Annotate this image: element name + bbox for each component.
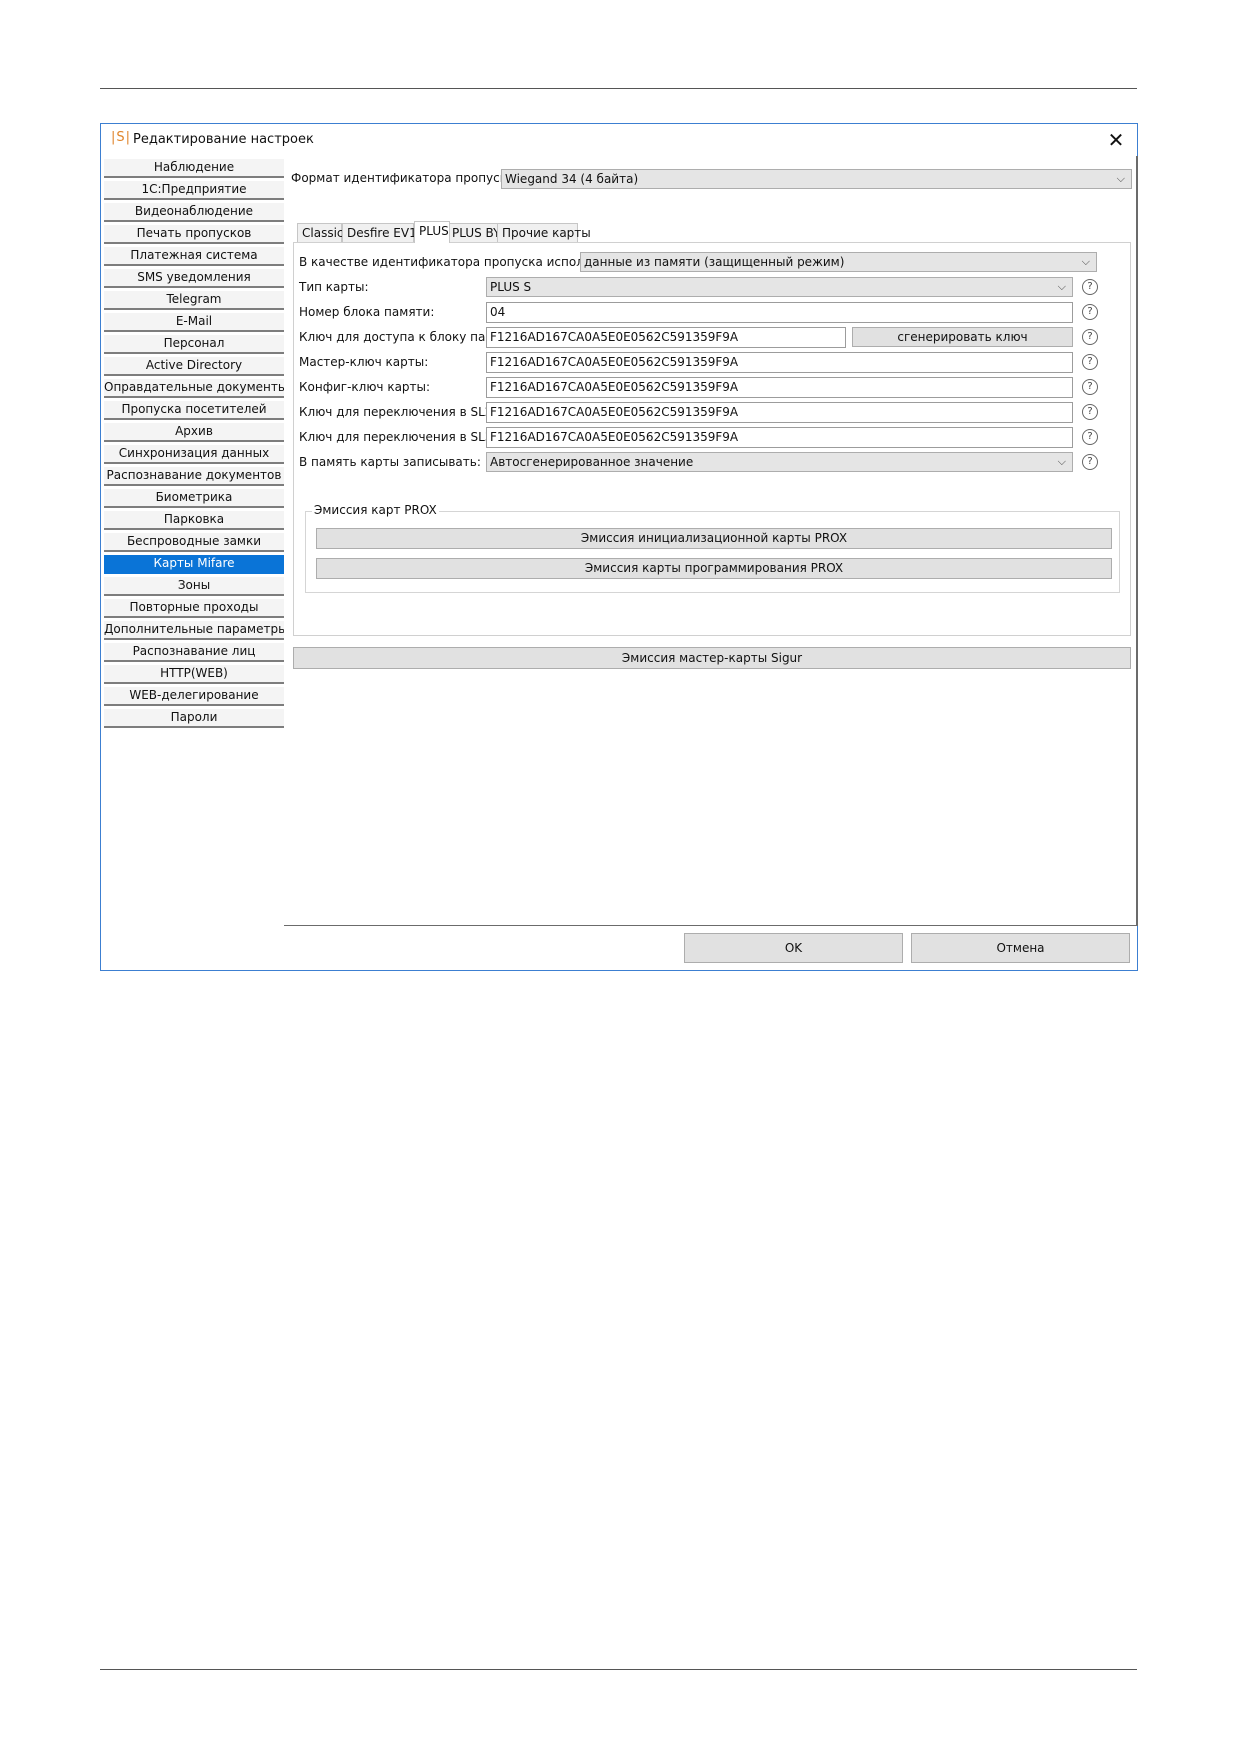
help-icon[interactable]: ? (1082, 304, 1098, 320)
plus-tab-panel: В качестве идентификатора пропуска испол… (293, 242, 1131, 636)
use-as-id-select[interactable]: данные из памяти (защищенный режим) ⌵ (580, 252, 1097, 272)
chevron-down-icon: ⌵ (1057, 280, 1066, 293)
sidebar-item[interactable]: Распознавание лиц (104, 643, 284, 662)
settings-dialog: |S| Редактирование настроек ✕ Наблюдение… (100, 123, 1138, 971)
close-icon[interactable]: ✕ (1103, 127, 1129, 153)
prox-emission-group: Эмиссия карт PROX Эмиссия инициализацион… (305, 503, 1120, 593)
tab-3[interactable]: PLUS BY (447, 223, 500, 242)
window-title: Редактирование настроек (133, 132, 314, 147)
app-logo-icon: |S| (111, 130, 132, 145)
sidebar-item[interactable]: Архив (104, 423, 284, 442)
sidebar-item[interactable]: Пропуска посетителей (104, 401, 284, 420)
help-icon[interactable]: ? (1082, 379, 1098, 395)
card-type-label: Тип карты: (299, 280, 369, 294)
tab-4[interactable]: Прочие карты (497, 223, 591, 242)
prox-group-title: Эмиссия карт PROX (312, 503, 439, 517)
title-bar: |S| Редактирование настроек ✕ (101, 124, 1137, 156)
write-memory-value: Автосгенерированное значение (490, 455, 694, 469)
help-icon[interactable]: ? (1082, 454, 1098, 470)
sidebar-item[interactable]: Пароли (104, 709, 284, 728)
sidebar-item[interactable]: Active Directory (104, 357, 284, 376)
config-key-label: Конфиг-ключ карты: (299, 380, 431, 394)
sidebar-item[interactable]: Карты Mifare (104, 555, 284, 574)
sl3-key-label: Ключ для переключения в SL3: (299, 430, 497, 444)
sidebar-item[interactable]: Биометрика (104, 489, 284, 508)
format-label: Формат идентификатора пропуска: (291, 171, 519, 185)
sidebar-item[interactable]: Парковка (104, 511, 284, 530)
settings-sidebar: Наблюдение 1С:Предприятие Видеонаблюдение П… (104, 159, 284, 731)
sidebar-item[interactable]: SMS уведомления (104, 269, 284, 288)
master-key-field[interactable]: F1216AD167CA0A5E0E0562C591359F9A (486, 352, 1073, 373)
help-icon[interactable]: ? (1082, 429, 1098, 445)
cancel-button[interactable]: Отмена (911, 933, 1130, 963)
sidebar-item[interactable]: E-Mail (104, 313, 284, 332)
use-as-id-value: данные из памяти (защищенный режим) (584, 255, 845, 269)
sidebar-item[interactable]: Беспроводные замки (104, 533, 284, 552)
page-top-rule (100, 88, 1137, 89)
sigur-master-card-button[interactable]: Эмиссия мастер-карты Sigur (293, 647, 1131, 669)
help-icon[interactable]: ? (1082, 279, 1098, 295)
config-key-field[interactable]: F1216AD167CA0A5E0E0562C591359F9A (486, 377, 1073, 398)
tab-2[interactable]: PLUS (414, 221, 450, 243)
prox-init-card-button[interactable]: Эмиссия инициализационной карты PROX (316, 528, 1112, 549)
sidebar-item[interactable]: Зоны (104, 577, 284, 596)
sl2-key-field[interactable]: F1216AD167CA0A5E0E0562C591359F9A (486, 402, 1073, 423)
help-icon[interactable]: ? (1082, 329, 1098, 345)
ok-button[interactable]: OK (684, 933, 903, 963)
footer-divider (284, 925, 1137, 926)
sidebar-item[interactable]: Персонал (104, 335, 284, 354)
sidebar-item[interactable]: Наблюдение (104, 159, 284, 178)
block-number-field[interactable]: 04 (486, 302, 1073, 323)
sidebar-item[interactable]: Повторные проходы (104, 599, 284, 618)
sidebar-item[interactable]: Видеонаблюдение (104, 203, 284, 222)
tab-1[interactable]: Desfire EV1 (342, 223, 417, 242)
sidebar-item[interactable]: Распознавание документов (104, 467, 284, 486)
prox-program-card-button[interactable]: Эмиссия карты программирования PROX (316, 558, 1112, 579)
write-memory-select[interactable]: Автосгенерированное значение ⌵ (486, 452, 1073, 472)
help-icon[interactable]: ? (1082, 404, 1098, 420)
sidebar-item[interactable]: Печать пропусков (104, 225, 284, 244)
chevron-down-icon: ⌵ (1116, 172, 1125, 185)
block-number-label: Номер блока памяти: (299, 305, 435, 319)
write-memory-label: В память карты записывать: (299, 455, 481, 469)
sl2-key-label: Ключ для переключения в SL2: (299, 405, 497, 419)
help-icon[interactable]: ? (1082, 354, 1098, 370)
card-type-value: PLUS S (490, 280, 532, 294)
sl3-key-field[interactable]: F1216AD167CA0A5E0E0562C591359F9A (486, 427, 1073, 448)
sidebar-item[interactable]: Оправдательные документы (104, 379, 284, 398)
content-right-divider (1136, 156, 1138, 926)
generate-key-button[interactable]: сгенерировать ключ (852, 327, 1073, 347)
card-type-select[interactable]: PLUS S ⌵ (486, 277, 1073, 297)
sidebar-item[interactable]: Дополнительные параметры (104, 621, 284, 640)
sidebar-item[interactable]: HTTP(WEB) (104, 665, 284, 684)
page-bottom-rule (100, 1669, 1137, 1670)
format-select[interactable]: Wiegand 34 (4 байта) ⌵ (501, 169, 1132, 189)
sidebar-item[interactable]: WEB-делегирование (104, 687, 284, 706)
tab-0[interactable]: Classic (297, 223, 344, 242)
sidebar-item[interactable]: 1С:Предприятие (104, 181, 284, 200)
sidebar-item[interactable]: Telegram (104, 291, 284, 310)
chevron-down-icon: ⌵ (1081, 255, 1090, 268)
format-select-value: Wiegand 34 (4 байта) (505, 172, 639, 186)
sidebar-item[interactable]: Платежная система (104, 247, 284, 266)
access-key-field[interactable]: F1216AD167CA0A5E0E0562C591359F9A (486, 327, 846, 348)
sidebar-item[interactable]: Синхронизация данных (104, 445, 284, 464)
chevron-down-icon: ⌵ (1057, 455, 1066, 468)
master-key-label: Мастер-ключ карты: (299, 355, 429, 369)
